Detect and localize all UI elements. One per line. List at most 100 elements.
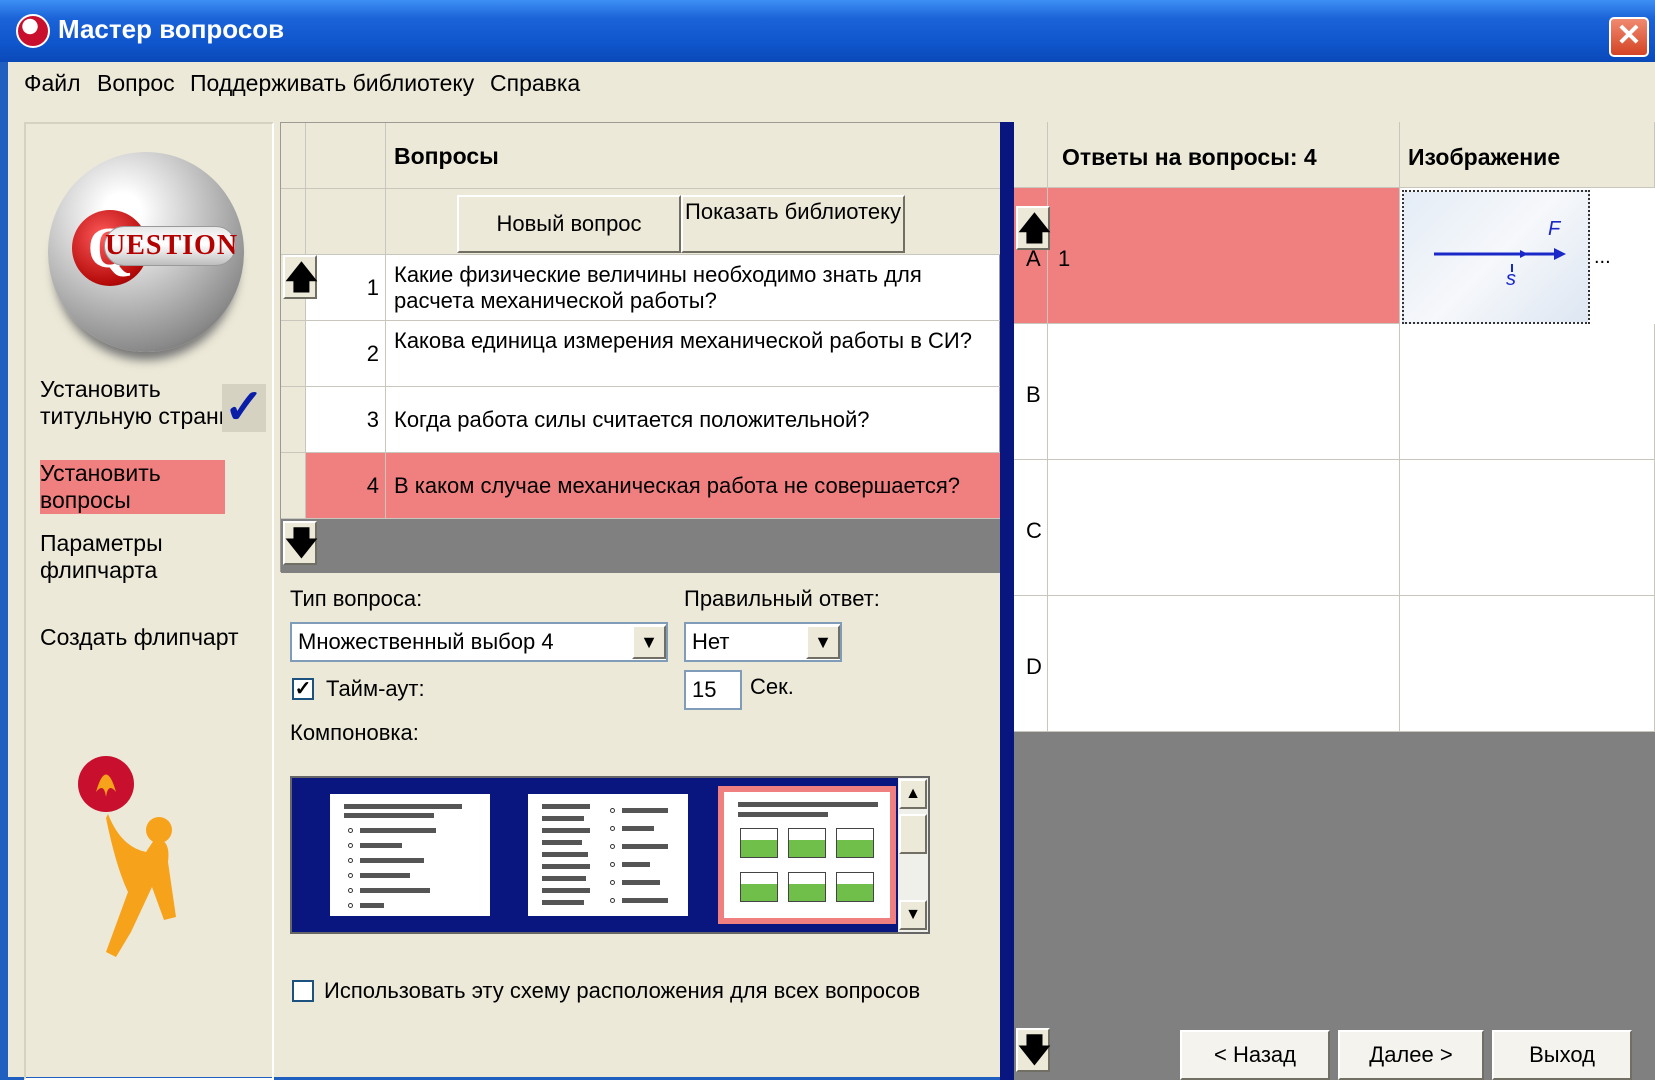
use-layout-label: Использовать эту схему расположения для … [324,978,921,1003]
menu-file[interactable]: Файл [24,70,81,97]
layout-scrollbar[interactable]: ▲ ▼ [898,778,928,932]
layout-bullet [610,844,615,849]
menu-question[interactable]: Вопрос [97,70,175,97]
question-row[interactable]: Когда работа силы считается положительно… [386,387,1001,453]
answer-up-arrow-icon[interactable]: 🡅 [1016,206,1051,250]
title-bar: Мастер вопросов ✕ [0,0,1655,62]
layout-line [622,880,660,885]
layout-line [542,840,582,845]
app-icon [16,14,50,48]
layout-bullet [610,826,615,831]
layout-picture [740,828,778,858]
step-questions[interactable]: Установить вопросы [40,460,225,514]
layout-bullet [348,903,353,908]
checkmark-icon: ✓ [222,381,266,434]
layout-line [738,812,828,817]
window-title: Мастер вопросов [58,14,285,44]
scroll-up-icon[interactable]: ▲ [899,779,927,809]
layout-line [738,802,878,807]
layout-bullet [348,888,353,893]
question-row-selected[interactable]: В каком случае механическая работа не со… [386,453,1001,519]
menu-library[interactable]: Поддерживать библиотеку [190,70,474,97]
layout-line [344,804,462,809]
layout-bullet [348,843,353,848]
layout-bullet [610,898,615,903]
question-row[interactable]: Какие физические величины необходимо зна… [386,255,1001,321]
layout-line [542,888,590,893]
answer-image-empty[interactable] [1400,460,1655,596]
layout-line [542,804,590,809]
chevron-down-icon[interactable]: ▼ [806,625,840,659]
question-type-label: Тип вопроса: [290,586,423,611]
step-flipchart-params[interactable]: Параметры флипчарта [40,530,272,584]
answer-down-arrow-icon[interactable]: 🡇 [1016,1028,1051,1072]
layout-bullet [610,880,615,885]
layout-line [360,843,402,848]
steps-pane: Q UESTION Установить титульную страницу … [24,122,274,1080]
answers-grid: Ответы на вопросы: 4 Изображение A 1 F s… [1014,122,1655,732]
row-head [281,387,306,453]
logo-band-text: UESTION [104,226,237,266]
new-question-button[interactable]: Новый вопрос [457,195,681,253]
question-type-select[interactable]: Множественный выбор 4 [290,622,668,662]
scroll-down-icon[interactable]: ▼ [899,900,927,930]
exit-button[interactable]: Выход [1492,1030,1632,1080]
layout-line [344,813,434,818]
layout-picture [788,872,826,902]
answers-header: Ответы на вопросы: 4 [1062,144,1317,170]
layout-line [360,858,424,863]
layout-line [542,876,586,881]
question-number: 4 [306,453,386,519]
row-head [281,453,306,519]
answer-image[interactable]: F s [1402,190,1590,324]
layout-line [622,898,668,903]
answer-text[interactable] [1048,324,1400,460]
close-button[interactable]: ✕ [1609,17,1649,57]
question-properties: Тип вопроса: Множественный выбор 4 ▼ Пра… [280,570,1000,1080]
layout-option-pictures[interactable] [718,786,896,924]
image-more-button[interactable]: ... [1594,246,1611,269]
menu-bar: Файл Вопрос Поддерживать библиотеку Спра… [8,62,1655,104]
layout-option-two-columns[interactable] [528,794,688,916]
layout-bullet [348,858,353,863]
question-row[interactable]: Какова единица измерения механической ра… [386,321,1001,387]
show-library-button[interactable]: Показать библиотеку [681,195,905,253]
answers-empty-area [1014,732,1655,1080]
timeout-input[interactable]: 15 [684,670,742,710]
answer-text-selected[interactable]: 1 [1048,188,1400,324]
timeout-checkbox[interactable]: ✓ [292,678,314,700]
layout-line [542,852,588,857]
force-label: F [1548,218,1561,240]
grid-row-head [281,189,306,255]
timeout-unit: Сек. [750,674,794,699]
answer-text[interactable] [1048,596,1400,732]
layout-bullet [348,828,353,833]
answer-text[interactable] [1048,460,1400,596]
layout-line [360,873,410,878]
chevron-down-icon[interactable]: ▼ [632,625,666,659]
layout-line [622,826,654,831]
grid-cell [306,189,386,255]
answer-image-empty[interactable] [1400,596,1655,732]
layout-option-list[interactable] [330,794,490,916]
layout-line [622,808,668,813]
row-head [281,321,306,387]
layout-line [542,900,584,905]
answer-letter: B [1026,382,1041,407]
answer-image-empty[interactable] [1400,324,1655,460]
question-number: 1 [306,255,386,321]
use-layout-checkbox[interactable] [292,980,314,1002]
menu-help[interactable]: Справка [490,70,580,97]
next-button[interactable]: Далее > [1338,1030,1484,1080]
answer-letter: D [1026,654,1042,679]
question-logo: Q UESTION [48,152,244,352]
layout-line [360,903,384,908]
back-button[interactable]: < Назад [1180,1030,1330,1080]
force-displacement-image [1434,248,1566,272]
scroll-thumb[interactable] [899,814,927,854]
move-down-arrow-icon[interactable]: 🡇 [283,521,318,565]
grid-empty-area [281,519,1001,573]
pane-divider[interactable] [1000,122,1014,1080]
step-create-flipchart[interactable]: Создать флипчарт [40,624,239,651]
layout-line [622,862,650,867]
